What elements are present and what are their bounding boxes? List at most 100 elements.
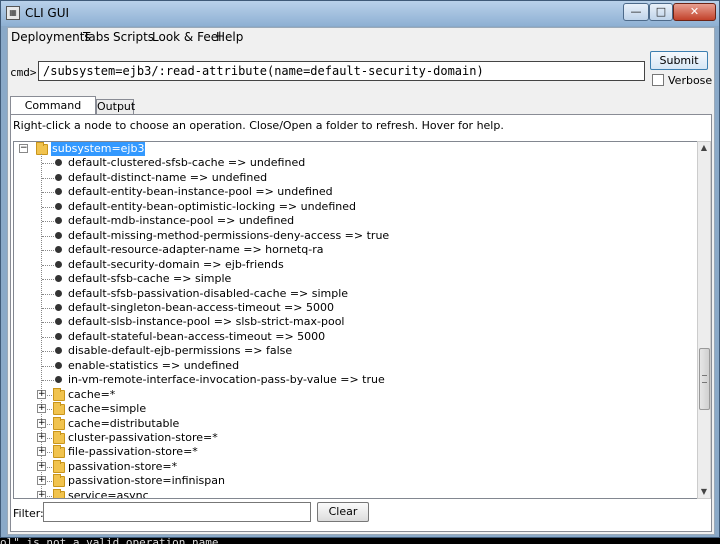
tree-child-node[interactable]: + cache=* bbox=[14, 387, 694, 402]
tree-child-node[interactable]: + file-passivation-store=* bbox=[14, 445, 694, 459]
expand-toggle-icon[interactable]: + bbox=[37, 389, 46, 399]
tree-child-node[interactable]: + passivation-store=infinispan bbox=[14, 474, 694, 488]
attribute-dot-icon bbox=[55, 260, 62, 268]
expand-toggle-icon[interactable]: + bbox=[37, 461, 46, 471]
verbose-checkbox[interactable] bbox=[652, 74, 664, 86]
folder-icon bbox=[53, 416, 65, 430]
attribute-dot-icon bbox=[55, 347, 62, 355]
tree-attribute-item[interactable]: default-sfsb-cache => simple bbox=[14, 272, 694, 286]
tree-attribute-label: default-distinct-name => undefined bbox=[68, 170, 268, 184]
tree-child-label: cache=* bbox=[68, 387, 116, 401]
title-bar[interactable]: ▦ CLI GUI — □ ✕ bbox=[1, 1, 719, 26]
folder-icon bbox=[53, 431, 65, 444]
tree-connector bbox=[42, 250, 54, 252]
tree-child-node[interactable]: + service=async bbox=[14, 488, 694, 499]
tree-connector bbox=[42, 206, 54, 208]
tree-attribute-item[interactable]: default-mdb-instance-pool => undefined bbox=[14, 214, 694, 228]
tab-command-builder[interactable]: Command Builder bbox=[10, 96, 96, 129]
scroll-up-icon[interactable]: ▲ bbox=[698, 142, 710, 154]
scroll-down-icon[interactable]: ▼ bbox=[698, 486, 710, 498]
close-button[interactable]: ✕ bbox=[673, 3, 716, 21]
tree-view[interactable]: − subsystem=ejb3 default-clustered-sfsb-ca… bbox=[13, 141, 699, 499]
tree-child-node[interactable]: + cluster-passivation-store=* bbox=[14, 431, 694, 445]
verbose-label: Verbose bbox=[668, 74, 713, 87]
tree-attribute-label: default-entity-bean-instance-pool => und… bbox=[68, 185, 333, 199]
tree-attribute-label: default-slsb-instance-pool => slsb-stric… bbox=[68, 315, 345, 329]
attribute-dot-icon bbox=[55, 217, 62, 225]
expand-toggle-icon[interactable]: + bbox=[37, 418, 46, 428]
tree-connector bbox=[42, 264, 54, 266]
tree-attribute-item[interactable]: default-resource-adapter-name => hornetq… bbox=[14, 243, 694, 257]
grip-icon bbox=[702, 375, 707, 383]
tree-connector bbox=[47, 466, 52, 468]
minimize-icon: — bbox=[630, 5, 642, 18]
client-area: Deployments Tabs Scripts Look & Feel Hel… bbox=[7, 27, 715, 535]
maximize-button[interactable]: □ bbox=[649, 3, 673, 21]
tree-attribute-item[interactable]: default-stateful-bean-access-timeout => … bbox=[14, 330, 694, 344]
attribute-dot-icon bbox=[55, 318, 62, 326]
menu-look-and-feel[interactable]: Look & Feel bbox=[152, 30, 221, 44]
vertical-scrollbar[interactable]: ▲ ▼ bbox=[697, 141, 711, 499]
tree-connector bbox=[42, 351, 54, 353]
tree-attribute-label: default-security-domain => ejb-friends bbox=[68, 257, 284, 271]
tree-attribute-item[interactable]: default-distinct-name => undefined bbox=[14, 171, 694, 185]
tree-attribute-label: default-sfsb-passivation-disabled-cache … bbox=[68, 286, 349, 300]
tree-child-node[interactable]: + cache=distributable bbox=[14, 416, 694, 431]
clear-button[interactable]: Clear bbox=[317, 502, 369, 522]
tree-connector bbox=[42, 307, 54, 309]
tree-attribute-item[interactable]: default-missing-method-permissions-deny-… bbox=[14, 229, 694, 243]
tree-connector bbox=[47, 409, 52, 411]
tree-connector bbox=[42, 177, 54, 179]
tree-attribute-label: default-stateful-bean-access-timeout => … bbox=[68, 329, 326, 343]
tree-attribute-item[interactable]: in-vm-remote-interface-invocation-pass-b… bbox=[14, 373, 694, 387]
expand-toggle-icon[interactable]: + bbox=[37, 490, 46, 498]
menu-help[interactable]: Help bbox=[216, 30, 243, 44]
minimize-button[interactable]: — bbox=[623, 3, 649, 21]
tree-attribute-item[interactable]: default-security-domain => ejb-friends bbox=[14, 258, 694, 272]
tree-connector bbox=[47, 394, 52, 396]
filter-input[interactable] bbox=[43, 502, 311, 522]
folder-icon bbox=[53, 387, 65, 401]
command-input[interactable] bbox=[38, 61, 645, 81]
tree-attribute-item[interactable]: default-sfsb-passivation-disabled-cache … bbox=[14, 287, 694, 301]
collapse-toggle-icon[interactable]: − bbox=[19, 144, 28, 153]
tree-attribute-item[interactable]: default-singleton-bean-access-timeout =>… bbox=[14, 301, 694, 315]
tree-child-node[interactable]: + passivation-store=* bbox=[14, 459, 694, 474]
folder-icon bbox=[53, 445, 65, 459]
attribute-dot-icon bbox=[55, 332, 62, 340]
submit-button[interactable]: Submit bbox=[650, 51, 708, 70]
tree-root-label: subsystem=ejb3 bbox=[51, 142, 146, 156]
tree-attribute-item[interactable]: enable-statistics => undefined bbox=[14, 359, 694, 373]
tree-attribute-item[interactable]: default-clustered-sfsb-cache => undefine… bbox=[14, 156, 694, 170]
tree-attribute-label: enable-statistics => undefined bbox=[68, 358, 240, 372]
tree-connector bbox=[42, 235, 54, 237]
tree-child-label: service=async bbox=[68, 488, 149, 499]
expand-toggle-icon[interactable]: + bbox=[37, 404, 46, 414]
app-icon: ▦ bbox=[6, 6, 20, 20]
tab-output[interactable]: Output bbox=[96, 99, 135, 115]
menu-scripts[interactable]: Scripts bbox=[113, 30, 154, 44]
expand-toggle-icon[interactable]: + bbox=[37, 447, 46, 457]
scroll-thumb[interactable] bbox=[699, 348, 710, 410]
expand-toggle-icon[interactable]: + bbox=[37, 476, 46, 486]
maximize-icon: □ bbox=[655, 5, 667, 18]
tree-attribute-label: default-clustered-sfsb-cache => undefine… bbox=[68, 156, 306, 170]
tree-attribute-item[interactable]: default-slsb-instance-pool => slsb-stric… bbox=[14, 315, 694, 329]
tree-attribute-item[interactable]: default-entity-bean-instance-pool => und… bbox=[14, 185, 694, 199]
tree-attribute-label: default-resource-adapter-name => hornetq… bbox=[68, 243, 324, 257]
tree-connector bbox=[42, 365, 54, 367]
tree-child-node[interactable]: + cache=simple bbox=[14, 402, 694, 416]
tree-attribute-item[interactable]: default-entity-bean-optimistic-locking =… bbox=[14, 200, 694, 214]
console-output-line: ol" is not a valid operation name bbox=[0, 537, 219, 544]
menu-deployments[interactable]: Deployments bbox=[11, 30, 91, 44]
attribute-dot-icon bbox=[55, 246, 62, 254]
tree-child-label: file-passivation-store=* bbox=[68, 445, 198, 459]
tree-child-label: cluster-passivation-store=* bbox=[68, 431, 218, 444]
expand-toggle-icon[interactable]: + bbox=[37, 433, 46, 442]
hint-text: Right-click a node to choose an operatio… bbox=[13, 119, 504, 132]
tree-child-label: passivation-store=* bbox=[68, 459, 178, 473]
menu-tabs[interactable]: Tabs bbox=[83, 30, 110, 44]
tree-root-node[interactable]: − subsystem=ejb3 bbox=[14, 142, 314, 156]
tree-attribute-item[interactable]: disable-default-ejb-permissions => false bbox=[14, 344, 694, 358]
app-window: ▦ CLI GUI — □ ✕ Deployments Tabs Scripts… bbox=[0, 0, 720, 538]
